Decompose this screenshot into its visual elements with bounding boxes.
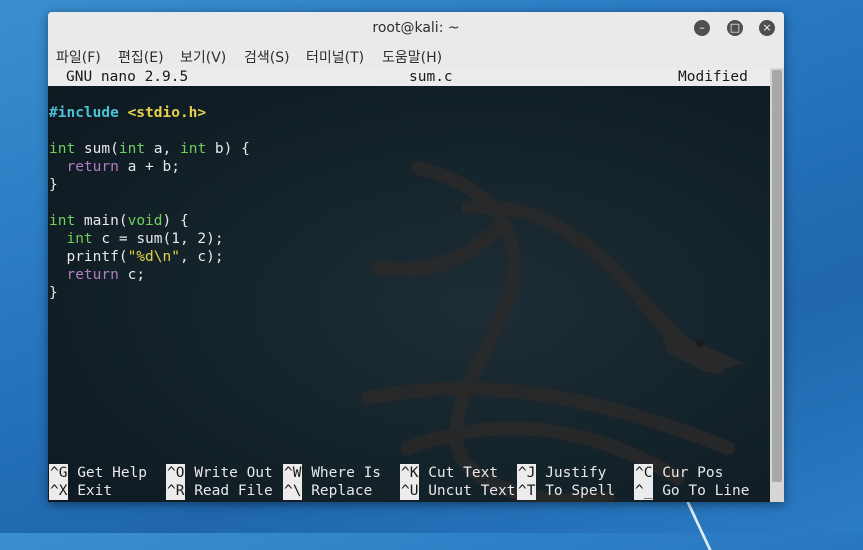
shortcut-read-file[interactable]: ^R Read File	[166, 482, 273, 500]
close-icon[interactable]: ×	[759, 20, 775, 36]
shortcut-uncut-text[interactable]: ^U Uncut Text	[400, 482, 516, 500]
kali-dragon-watermark	[361, 161, 743, 502]
nano-status: Modified	[678, 69, 748, 85]
code-line: return c;	[66, 267, 146, 283]
menu-help[interactable]: 도움말(H)	[382, 47, 442, 67]
maximize-icon[interactable]: □	[727, 20, 743, 36]
menu-bar: 파일(F) 편집(E) 보기(V) 검색(S) 터미널(T) 도움말(H)	[48, 44, 784, 68]
shortcut-get-help[interactable]: ^G Get Help	[49, 464, 147, 482]
shortcut-to-spell[interactable]: ^T To Spell	[517, 482, 615, 500]
minimize-icon[interactable]: –	[694, 20, 710, 36]
menu-edit[interactable]: 편집(E)	[118, 47, 164, 67]
menu-terminal[interactable]: 터미널(T)	[306, 47, 364, 67]
code-line: #include <stdio.h>	[49, 105, 207, 121]
code-line: return a + b;	[66, 159, 180, 175]
menu-search[interactable]: 검색(S)	[244, 47, 290, 67]
window-title: root@kali: ~	[372, 20, 460, 36]
title-bar[interactable]: root@kali: ~ – □ ×	[48, 12, 784, 44]
shortcut-replace[interactable]: ^\ Replace	[283, 482, 372, 500]
shortcut-cut-text[interactable]: ^K Cut Text	[400, 464, 498, 482]
nano-header: GNU nano 2.9.5 sum.c Modified	[48, 68, 770, 86]
shortcut-write-out[interactable]: ^O Write Out	[166, 464, 273, 482]
menu-view[interactable]: 보기(V)	[180, 47, 226, 67]
shortcut-go-to-line[interactable]: ^_ Go To Line	[634, 482, 750, 500]
menu-file[interactable]: 파일(F)	[56, 47, 101, 67]
terminal-window: root@kali: ~ – □ × 파일(F) 편집(E) 보기(V) 검색(…	[48, 12, 784, 502]
scrollbar[interactable]	[770, 68, 784, 502]
code-line: }	[49, 177, 58, 193]
code-line: int sum(int a, int b) {	[49, 141, 250, 157]
scrollbar-thumb[interactable]	[772, 70, 782, 482]
shortcut-cur-pos[interactable]: ^C Cur Pos	[634, 464, 723, 482]
code-line: printf("%d\n", c);	[49, 249, 224, 265]
code-line: int c = sum(1, 2);	[66, 231, 224, 247]
shortcut-justify[interactable]: ^J Justify	[517, 464, 606, 482]
nano-filename: sum.c	[409, 69, 453, 85]
code-line: int main(void) {	[49, 213, 189, 229]
terminal-area[interactable]: GNU nano 2.9.5 sum.c Modified #include <…	[48, 68, 770, 502]
shortcut-where-is[interactable]: ^W Where Is	[283, 464, 381, 482]
nano-version: GNU nano 2.9.5	[66, 69, 189, 85]
code-line: }	[49, 285, 58, 301]
shortcut-exit[interactable]: ^X Exit	[49, 482, 112, 500]
